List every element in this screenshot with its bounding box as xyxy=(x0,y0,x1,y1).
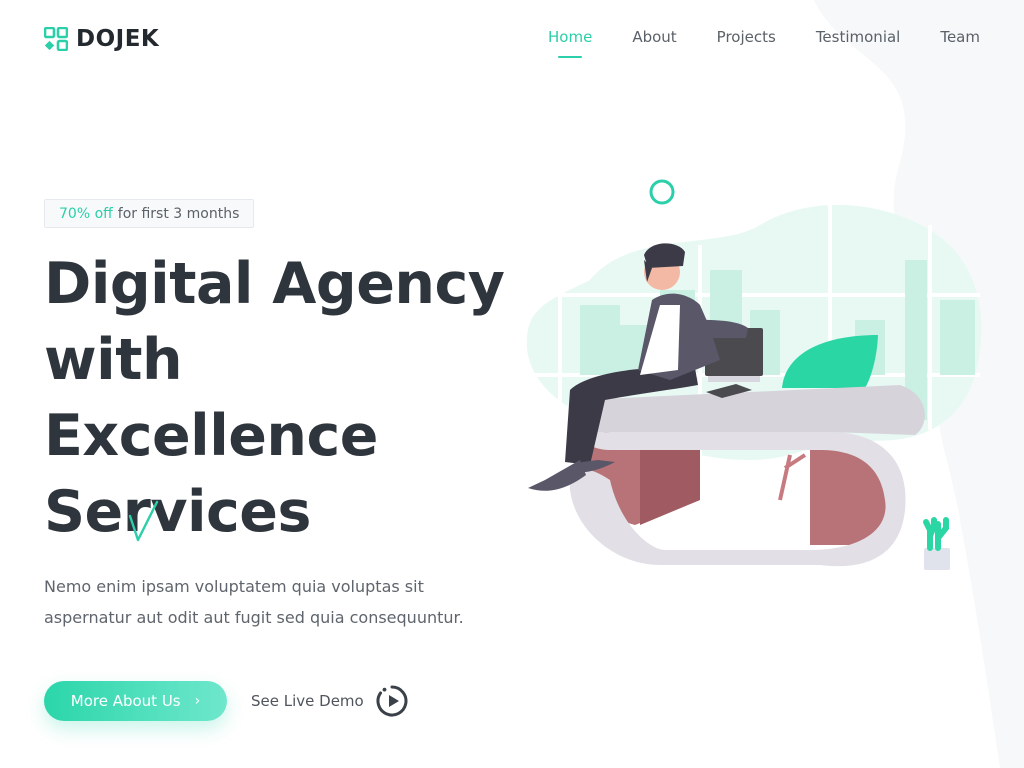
nav-item-about[interactable]: About xyxy=(632,28,676,58)
main-nav: Home About Projects Testimonial Team xyxy=(548,28,980,58)
hero-title: Digital Agency with Excellence Services xyxy=(44,246,505,550)
more-about-us-button[interactable]: More About Us › xyxy=(44,681,227,721)
nav-item-projects[interactable]: Projects xyxy=(717,28,776,58)
promo-badge: 70% off for first 3 months xyxy=(44,199,255,228)
chevron-right-icon: › xyxy=(194,693,201,709)
monitor-base xyxy=(708,376,760,382)
logo[interactable]: DOJEK xyxy=(44,26,159,52)
more-about-us-label: More About Us xyxy=(70,692,181,710)
hero-title-line: Digital Agency xyxy=(44,251,505,317)
chair-frame xyxy=(778,453,807,501)
site-header: DOJEK Home About Projects Testimonial Te… xyxy=(0,0,1024,78)
logo-text: DOJEK xyxy=(76,26,160,52)
hero-title-line: Excellence xyxy=(44,403,378,469)
nav-item-testimonial[interactable]: Testimonial xyxy=(816,28,901,58)
checkmark-decoration-icon xyxy=(128,500,159,542)
nav-item-home[interactable]: Home xyxy=(548,28,592,58)
promo-badge-text: for first 3 months xyxy=(117,205,240,222)
nav-item-team[interactable]: Team xyxy=(940,28,980,58)
hero-description: Nemo enim ipsam voluptatem quia voluptas… xyxy=(44,577,464,627)
promo-badge-highlight: 70% off xyxy=(59,205,113,222)
hero-title-line: Services xyxy=(44,479,311,545)
ring-decoration xyxy=(649,179,675,205)
hero-illustration xyxy=(526,179,982,570)
see-live-demo-label: See Live Demo xyxy=(251,692,364,710)
hero-title-line: with xyxy=(44,327,183,393)
logo-icon xyxy=(44,27,68,51)
see-live-demo-link[interactable]: See Live Demo xyxy=(251,683,409,719)
play-circle-icon[interactable] xyxy=(375,684,409,718)
cactus-plant xyxy=(923,517,950,570)
